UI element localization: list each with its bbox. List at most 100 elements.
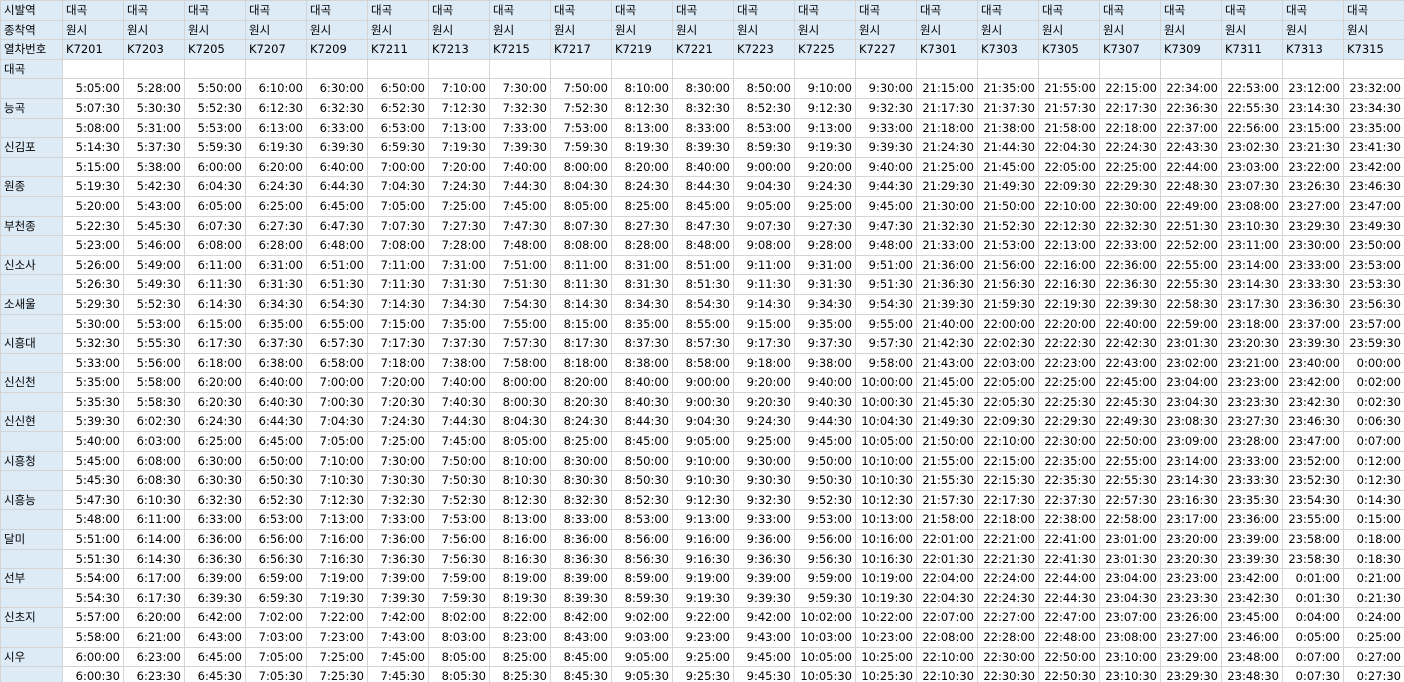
time-cell: 22:34:00 (1160, 78, 1222, 99)
time-cell: 9:11:30 (733, 274, 795, 295)
time-cell: 9:05:00 (672, 431, 734, 452)
time-cell: 0:24:00 (1343, 607, 1404, 628)
time-cell: 23:27:00 (1160, 627, 1222, 648)
time-cell: 6:00:30 (62, 666, 124, 682)
time-cell: 5:30:30 (123, 97, 185, 119)
time-cell: 0:25:00 (1343, 627, 1404, 648)
time-cell: 7:10:30 (306, 470, 368, 491)
empty-cell (977, 58, 1039, 80)
time-cell: 7:51:00 (489, 254, 551, 276)
time-cell: 22:27:00 (977, 607, 1039, 628)
time-cell: 7:08:00 (367, 235, 429, 256)
time-cell: 22:35:00 (1038, 450, 1100, 472)
time-cell: 22:44:30 (1038, 587, 1100, 609)
time-cell: 22:16:00 (1038, 254, 1100, 276)
time-cell: 23:14:30 (1282, 97, 1344, 119)
time-cell: 6:47:30 (306, 215, 368, 237)
station-label (0, 666, 63, 682)
time-cell: 6:58:00 (306, 352, 368, 374)
time-cell: 22:20:00 (1038, 313, 1100, 335)
time-cell: 8:31:00 (611, 254, 673, 276)
destination-row-cell: 원시 (367, 19, 429, 41)
time-cell: 8:53:00 (733, 117, 795, 139)
time-cell: 23:39:00 (1221, 529, 1283, 550)
time-cell: 7:25:30 (306, 666, 368, 682)
empty-cell (367, 58, 429, 80)
time-cell: 8:12:30 (489, 489, 551, 511)
timetable-sheet: 시발역 대곡 대곡 대곡 대곡 대곡 대곡 대곡 대곡 대곡 대곡 대곡 대곡 대곡 대곡 대곡 대곡 대곡 대곡 대… (0, 0, 1404, 682)
time-cell: 22:43:00 (1099, 352, 1161, 374)
time-row: 5:15:00 5:38:00 6:00:00 6:20:00 6:40:00 7:00:… (0, 156, 1404, 178)
time-cell: 23:47:00 (1282, 431, 1344, 452)
time-cell: 8:10:00 (611, 78, 673, 99)
time-cell: 7:53:00 (428, 509, 490, 531)
time-cell: 9:27:30 (794, 215, 856, 237)
time-cell: 9:52:30 (794, 489, 856, 511)
time-cell: 0:01:00 (1282, 568, 1344, 589)
time-cell: 23:23:30 (1221, 391, 1283, 413)
time-cell: 5:49:00 (123, 254, 185, 276)
time-row: 소새울 5:29:30 5:52:30 6:14:30 6:34:30 6:54:30 7:… (0, 293, 1404, 315)
time-cell: 7:07:30 (367, 215, 429, 237)
time-cell: 21:36:00 (916, 254, 978, 276)
time-cell: 6:48:00 (306, 235, 368, 256)
time-cell: 9:20:00 (733, 372, 795, 393)
time-cell: 5:33:00 (62, 352, 124, 374)
time-cell: 23:04:00 (1099, 568, 1161, 589)
time-cell: 23:30:00 (1282, 235, 1344, 256)
time-cell: 7:39:00 (367, 568, 429, 589)
time-cell: 23:41:30 (1343, 137, 1404, 158)
time-cell: 7:45:30 (367, 666, 429, 682)
time-cell: 22:05:00 (977, 372, 1039, 393)
time-cell: 5:45:30 (123, 215, 185, 237)
time-cell: 22:48:30 (1160, 176, 1222, 197)
time-cell: 10:10:30 (855, 470, 917, 491)
time-cell: 23:01:30 (1099, 548, 1161, 570)
time-cell: 22:15:00 (977, 450, 1039, 472)
time-cell: 0:21:30 (1343, 587, 1404, 609)
time-cell: 8:11:30 (550, 274, 612, 295)
time-cell: 22:58:30 (1160, 293, 1222, 315)
time-cell: 22:58:00 (1099, 509, 1161, 531)
time-cell: 22:30:00 (1099, 195, 1161, 217)
train-number-row-cell: K7301 (916, 39, 978, 60)
time-cell: 5:58:00 (123, 372, 185, 393)
station-label (0, 587, 63, 609)
time-cell: 23:07:30 (1221, 176, 1283, 197)
time-cell: 5:59:30 (184, 137, 246, 158)
time-cell: 7:34:30 (428, 293, 490, 315)
time-cell: 5:31:00 (123, 117, 185, 139)
time-cell: 6:52:30 (367, 97, 429, 119)
time-cell: 9:18:00 (733, 352, 795, 374)
time-cell: 23:46:00 (1221, 627, 1283, 648)
time-cell: 9:54:30 (855, 293, 917, 315)
time-cell: 23:04:00 (1160, 372, 1222, 393)
time-cell: 6:40:00 (306, 156, 368, 178)
time-cell: 8:42:00 (550, 607, 612, 628)
time-cell: 9:37:30 (794, 333, 856, 354)
time-cell: 9:11:00 (733, 254, 795, 276)
time-cell: 0:27:00 (1343, 646, 1404, 668)
time-cell: 8:44:30 (611, 411, 673, 433)
time-cell: 6:35:00 (245, 313, 307, 335)
time-cell: 7:52:30 (550, 97, 612, 119)
train-number-row-cell: K7303 (977, 39, 1039, 60)
station-label: 원종 (0, 176, 63, 197)
station-label (0, 156, 63, 178)
station-label (0, 195, 63, 217)
time-cell: 8:45:00 (611, 431, 673, 452)
time-cell: 6:20:00 (245, 156, 307, 178)
time-cell: 22:16:30 (1038, 274, 1100, 295)
time-cell: 9:30:00 (733, 450, 795, 472)
time-cell: 7:13:00 (428, 117, 490, 139)
time-cell: 0:12:30 (1343, 470, 1404, 491)
time-cell: 10:03:00 (794, 627, 856, 648)
time-cell: 22:57:30 (1099, 489, 1161, 511)
station-row: 대곡 (0, 58, 1404, 80)
time-cell: 22:49:00 (1160, 195, 1222, 217)
time-cell: 23:28:00 (1221, 431, 1283, 452)
time-cell: 9:10:30 (672, 470, 734, 491)
station-label: 능곡 (0, 97, 63, 119)
time-row: 달미 5:51:00 6:14:00 6:36:00 6:56:00 7:16:00 7:3… (0, 529, 1404, 550)
time-cell: 22:43:30 (1160, 137, 1222, 158)
